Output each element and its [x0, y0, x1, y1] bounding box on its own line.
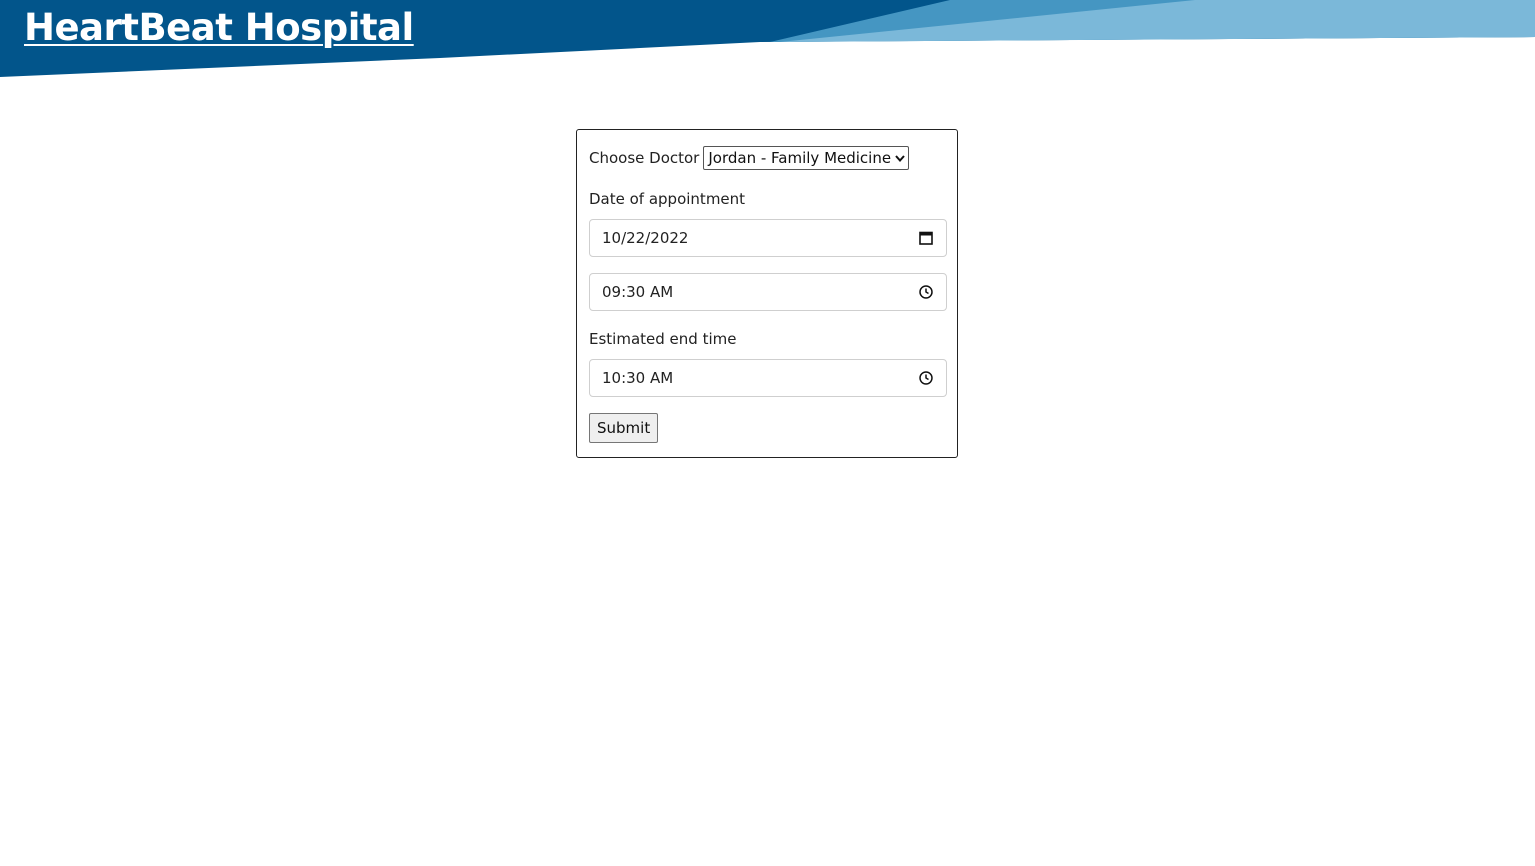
- calendar-icon[interactable]: [918, 230, 934, 246]
- site-header: HeartBeat Hospital: [0, 0, 1535, 80]
- end-time-value: 10:30 AM: [602, 369, 674, 387]
- clock-icon[interactable]: [918, 370, 934, 386]
- choose-doctor-label: Choose Doctor: [589, 149, 700, 167]
- doctor-select-value: Jordan - Family Medicine: [708, 149, 892, 167]
- clock-icon[interactable]: [918, 284, 934, 300]
- date-input-value: 10/22/2022: [602, 229, 689, 247]
- end-time-input[interactable]: 10:30 AM: [589, 359, 947, 397]
- chevron-down-icon: [895, 155, 905, 163]
- start-time-value: 09:30 AM: [602, 283, 674, 301]
- appointment-form: Choose Doctor Jordan - Family Medicine D…: [576, 129, 958, 458]
- date-input[interactable]: 10/22/2022: [589, 219, 947, 257]
- site-title-link[interactable]: HeartBeat Hospital: [24, 6, 414, 49]
- doctor-select[interactable]: Jordan - Family Medicine: [703, 146, 910, 170]
- doctor-row: Choose Doctor Jordan - Family Medicine: [589, 146, 910, 170]
- end-time-label: Estimated end time: [589, 330, 737, 348]
- date-label: Date of appointment: [589, 190, 746, 208]
- start-time-input[interactable]: 09:30 AM: [589, 273, 947, 311]
- submit-button[interactable]: Submit: [589, 413, 659, 443]
